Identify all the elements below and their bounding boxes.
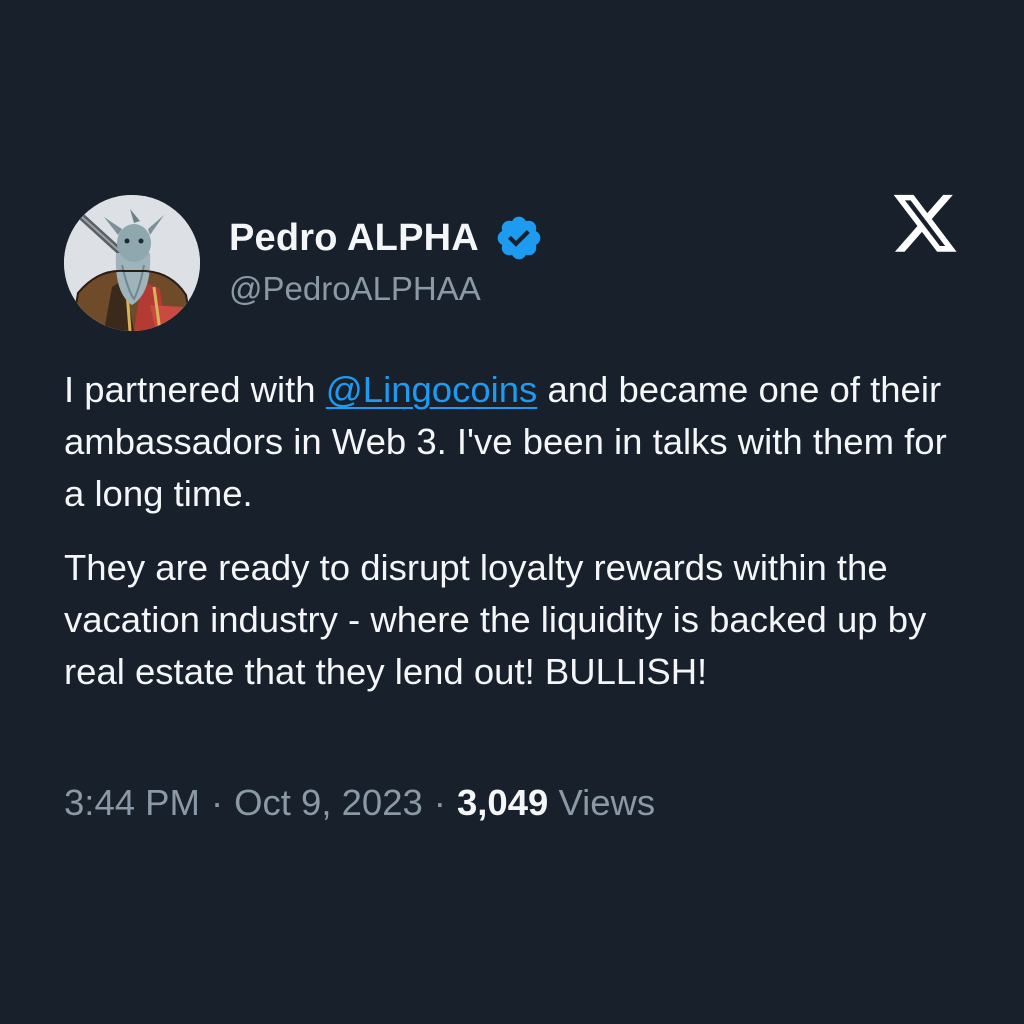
avatar[interactable] — [64, 195, 200, 331]
tweet-card: Pedro ALPHA @PedroALPHAA I partnered wit… — [0, 0, 1024, 1024]
views-count: 3,049 — [456, 782, 549, 823]
views-label: Views — [558, 782, 656, 823]
tweet-paragraph-2: They are ready to disrupt loyalty reward… — [64, 547, 927, 692]
tweet-date[interactable]: Oct 9, 2023 — [234, 782, 423, 823]
author-handle[interactable]: @PedroALPHAA — [229, 270, 481, 308]
tweet-meta: 3:44 PM · Oct 9, 2023 · 3,049 Views — [64, 777, 655, 829]
tweet-text-segment: I partnered with — [64, 369, 326, 410]
author-display-name[interactable]: Pedro ALPHA — [229, 217, 479, 260]
tweet-time[interactable]: 3:44 PM — [64, 782, 200, 823]
x-logo-icon — [893, 194, 957, 252]
tweet-paragraph-1: I partnered with @Lingocoins and became … — [64, 364, 964, 520]
author-name-row: Pedro ALPHA — [229, 212, 544, 264]
tweet-text: I partnered with @Lingocoins and became … — [64, 364, 964, 698]
meta-separator: · — [433, 782, 446, 823]
avatar-image — [64, 195, 200, 331]
mention-link[interactable]: @Lingocoins — [326, 369, 538, 410]
verified-badge-icon — [497, 216, 541, 260]
meta-separator: · — [210, 782, 224, 823]
